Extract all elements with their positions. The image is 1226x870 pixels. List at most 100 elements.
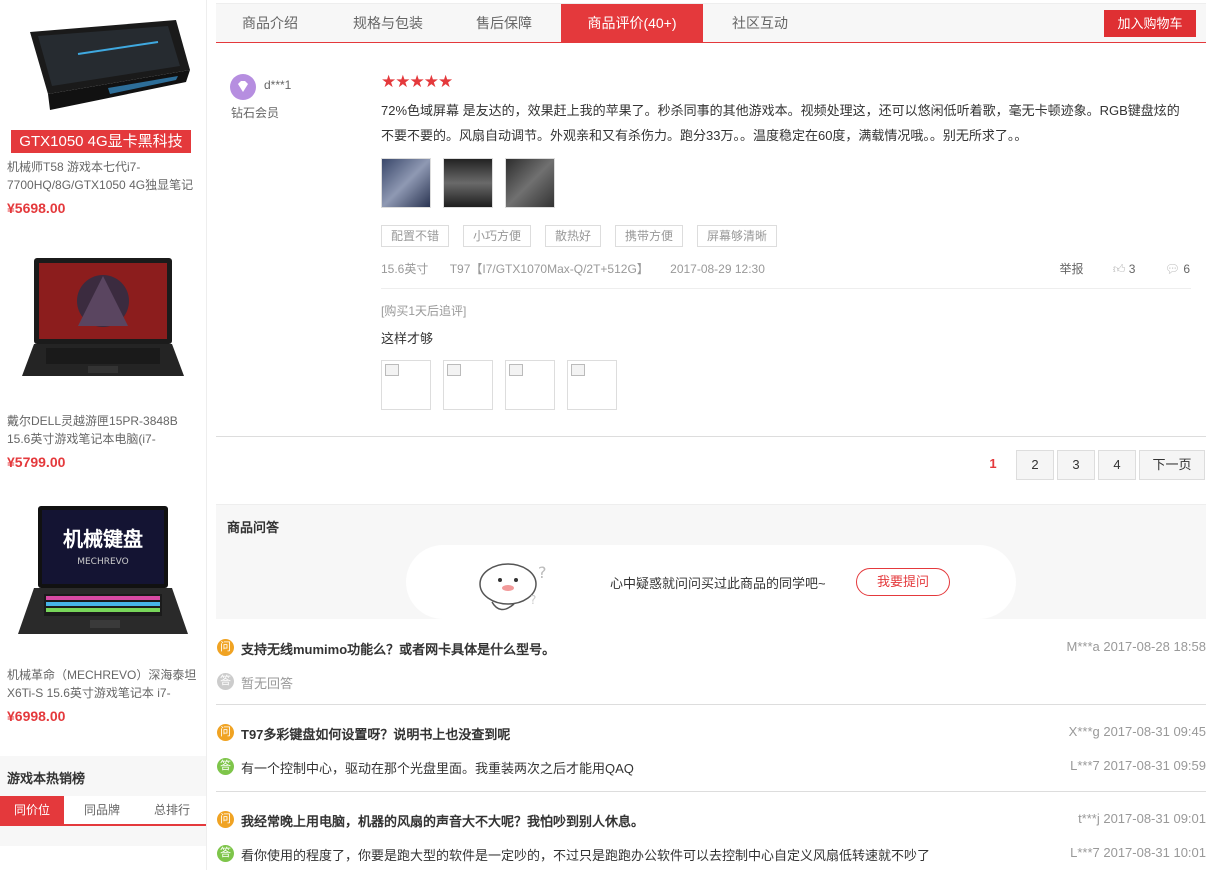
diamond-icon <box>238 81 248 92</box>
review-tag: 散热好 <box>545 225 602 247</box>
next-page-button[interactable]: 下一页 <box>1139 450 1205 480</box>
broken-image-thumb[interactable] <box>505 360 555 410</box>
answer-text: 暂无回答 <box>241 676 294 691</box>
answer-icon: 答 <box>217 758 234 775</box>
star-icon: ★ <box>395 72 411 91</box>
review-date: 2017-08-29 12:30 <box>670 262 765 276</box>
like-button[interactable]: 👍︎ 3 <box>1113 262 1136 276</box>
qa-item: 问 T97多彩键盘如何设置呀？说明书上也没查到呢 X***g 2017-08-3… <box>216 723 1206 779</box>
pagination: 1 2 3 4 下一页 <box>216 450 1206 480</box>
review-image-thumb[interactable] <box>505 158 555 208</box>
broken-image-icon <box>447 364 461 376</box>
comment-icon: 💬︎ <box>1164 262 1180 276</box>
sidebar-product-2[interactable]: 戴尔DELL灵越游匣15PR-3848B 15.6英寸游戏笔记本电脑(i7- ¥… <box>0 250 206 480</box>
member-level: 钻石会员 <box>231 106 280 120</box>
review-text: 72%色域屏幕 是友达的，效果赶上我的苹果了。秒杀同事的其他游戏本。视频处理这，… <box>381 103 1180 143</box>
broken-image-thumb[interactable] <box>443 360 493 410</box>
ask-prompt: 心中疑惑就问问买过此商品的同学吧~ <box>610 576 826 591</box>
product-price: ¥5799.00 <box>7 454 66 470</box>
broken-image-icon <box>385 364 399 376</box>
review-image-thumb[interactable] <box>443 158 493 208</box>
product-config: T97【I7/GTX1070Max-Q/2T+512G】 <box>449 262 649 276</box>
answer-meta: L***7 2017-08-31 10:01 <box>1070 845 1206 860</box>
ranking-tabs: 同价位 同品牌 总排行 <box>0 796 206 826</box>
broken-image-thumb[interactable] <box>381 360 431 410</box>
qa-divider <box>216 704 1206 705</box>
detail-tab-bar: 商品介绍 规格与包装 售后保障 商品评价(40+) 社区互动 加入购物车 <box>216 3 1206 43</box>
promo-badge: GTX1050 4G显卡黑科技 <box>11 130 191 153</box>
product-price: ¥5698.00 <box>7 200 66 216</box>
ranking-tab-same-brand[interactable]: 同品牌 <box>70 796 134 824</box>
qa-header: 商品问答 <box>216 504 1206 546</box>
qa-title: 商品问答 <box>227 520 280 535</box>
review-meta: 15.6英寸 T97【I7/GTX1070Max-Q/2T+512G】 2017… <box>381 260 783 277</box>
review-actions: 举报 👍︎ 3 💬︎ 6 <box>1033 260 1190 277</box>
page-3[interactable]: 3 <box>1057 450 1095 480</box>
product-name[interactable]: 机械革命（MECHREVO）深海泰坦X6Ti-S 15.6英寸游戏笔记本 i7- <box>7 666 199 702</box>
report-link[interactable]: 举报 <box>1059 262 1083 276</box>
review-username[interactable]: d***1 <box>264 78 291 92</box>
sidebar-product-3[interactable]: 机械键盘 MECHREVO 机械革命（MECHREVO）深海泰坦X6Ti-S 1… <box>0 500 206 730</box>
answer-icon: 答 <box>217 845 234 862</box>
append-review-text: 这样才够 <box>381 331 434 346</box>
add-to-cart-button[interactable]: 加入购物车 <box>1104 10 1196 37</box>
review-image-thumb[interactable] <box>381 158 431 208</box>
thumbs-up-icon: 👍︎ <box>1112 262 1126 276</box>
laptop-image[interactable] <box>8 256 198 386</box>
answer-icon: 答 <box>217 673 234 690</box>
answer-text: 有一个控制中心，驱动在那个光盘里面。我重装两次之后才能用QAQ <box>241 761 634 776</box>
question-text[interactable]: T97多彩键盘如何设置呀？说明书上也没查到呢 <box>241 724 510 743</box>
broken-image-icon <box>571 364 585 376</box>
star-icon: ★ <box>423 72 439 91</box>
question-icon: 问 <box>217 724 234 741</box>
comment-button[interactable]: 💬︎ 6 <box>1165 262 1190 276</box>
tab-reviews[interactable]: 商品评价(40+) <box>561 4 703 43</box>
question-meta: M***a 2017-08-28 18:58 <box>1066 639 1207 654</box>
ranking-tab-same-price[interactable]: 同价位 <box>0 796 64 824</box>
page-4[interactable]: 4 <box>1098 450 1136 480</box>
page-1[interactable]: 1 <box>978 450 1008 478</box>
answer-text: 看你使用的程度了，你要是跑大型的软件是一定吵的，不过只是跑跑办公软件可以去控制中… <box>241 848 931 863</box>
qa-item: 问 支持无线mumimo功能么？或者网卡具体是什么型号。 M***a 2017-… <box>216 638 1206 694</box>
product-price: ¥6998.00 <box>7 708 66 724</box>
question-icon: 问 <box>217 811 234 828</box>
review-tag: 屏幕够清晰 <box>697 225 778 247</box>
review-divider <box>381 288 1191 289</box>
question-icon: 问 <box>217 639 234 656</box>
screen-logo-text: 机械键盘 <box>63 527 143 551</box>
product-name[interactable]: 机械师T58 游戏本七代i7-7700HQ/8G/GTX1050 4G独显笔记 <box>7 158 199 194</box>
comment-count: 6 <box>1183 262 1190 276</box>
product-name[interactable]: 戴尔DELL灵越游匣15PR-3848B 15.6英寸游戏笔记本电脑(i7- <box>7 412 199 448</box>
tab-specs[interactable]: 规格与包装 <box>328 4 448 42</box>
sidebar-product-1[interactable]: GTX1050 4G显卡黑科技 机械师T58 游戏本七代i7-7700HQ/8G… <box>0 0 206 230</box>
page-2[interactable]: 2 <box>1016 450 1054 480</box>
question-text[interactable]: 我经常晚上用电脑，机器的风扇的声音大不大呢？我怕吵到别人休息。 <box>241 811 644 830</box>
broken-image-thumb[interactable] <box>567 360 617 410</box>
star-icon: ★ <box>381 72 397 91</box>
user-avatar[interactable] <box>230 74 256 100</box>
svg-text:?: ? <box>530 593 536 607</box>
product-size: 15.6英寸 <box>381 262 429 276</box>
broken-image-icon <box>509 364 523 376</box>
recommend-sidebar: GTX1050 4G显卡黑科技 机械师T58 游戏本七代i7-7700HQ/8G… <box>0 0 207 870</box>
laptop-image[interactable]: 机械键盘 MECHREVO <box>8 504 198 640</box>
ask-banner: ? ? 心中疑惑就问问买过此商品的同学吧~ 我要提问 <box>216 545 1206 619</box>
ranking-tab-overall[interactable]: 总排行 <box>140 796 204 824</box>
question-text[interactable]: 支持无线mumimo功能么？或者网卡具体是什么型号。 <box>241 639 555 658</box>
rating-stars: ★★★★★ <box>381 72 454 92</box>
laptop-image[interactable] <box>8 14 198 126</box>
ranking-title: 游戏本热销榜 <box>7 771 86 786</box>
tab-community[interactable]: 社区互动 <box>706 4 814 42</box>
append-review-label: [购买1天后追评] <box>381 304 467 318</box>
tab-after-sales[interactable]: 售后保障 <box>452 4 556 42</box>
star-icon: ★ <box>409 72 425 91</box>
hot-ranking: 游戏本热销榜 同价位 同品牌 总排行 <box>0 756 206 846</box>
tab-introduction[interactable]: 商品介绍 <box>216 4 324 42</box>
question-meta: t***j 2017-08-31 09:01 <box>1078 811 1206 826</box>
review-item: d***1 钻石会员 ★★★★★ 72%色域屏幕 是友达的，效果赶上我的苹果了。… <box>216 58 1206 437</box>
answer-meta: L***7 2017-08-31 09:59 <box>1070 758 1206 773</box>
ask-question-button[interactable]: 我要提问 <box>856 568 950 596</box>
star-icon: ★ <box>438 72 454 91</box>
like-count: 3 <box>1128 262 1136 276</box>
qa-item: 问 我经常晚上用电脑，机器的风扇的声音大不大呢？我怕吵到别人休息。 t***j … <box>216 810 1206 866</box>
